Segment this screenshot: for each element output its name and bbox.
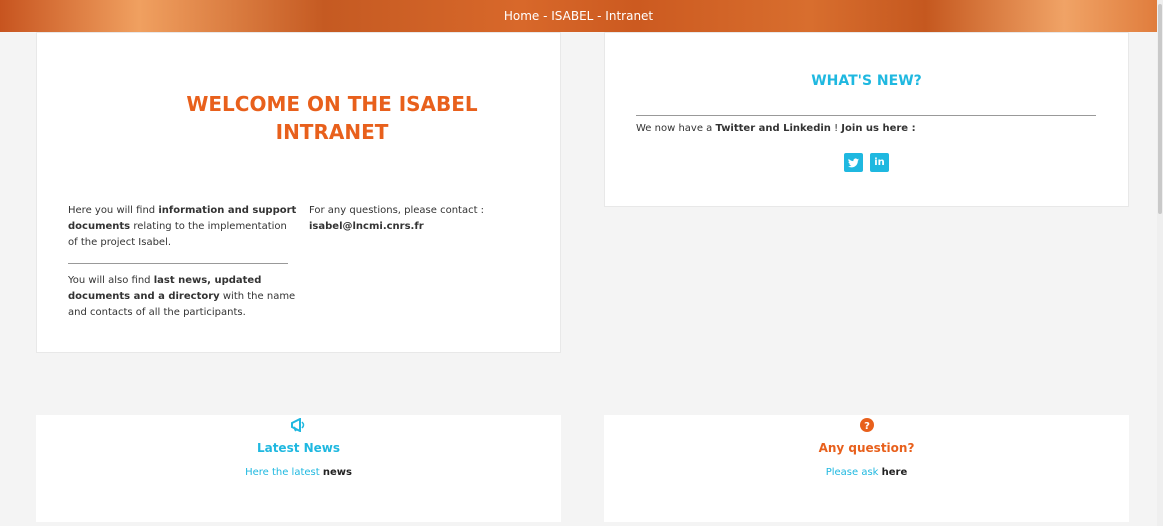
top-bar: Home - ISABEL - Intranet bbox=[0, 0, 1157, 32]
svg-text:?: ? bbox=[864, 421, 870, 432]
social-text: We now have a Twitter and Linkedin ! Joi… bbox=[636, 123, 916, 134]
ask-link[interactable]: here bbox=[882, 467, 908, 478]
intro-text: Here you will find information and suppo… bbox=[68, 205, 297, 248]
megaphone-icon bbox=[36, 417, 561, 436]
linkedin-icon[interactable]: in bbox=[870, 153, 889, 172]
twitter-icon[interactable] bbox=[844, 153, 863, 172]
welcome-title: WELCOME ON THE ISABEL INTRANET bbox=[186, 92, 478, 144]
whats-new-title: WHAT'S NEW? bbox=[811, 73, 922, 89]
any-question-card[interactable]: ? Any question? Please ask here bbox=[604, 415, 1129, 522]
divider bbox=[636, 115, 1096, 116]
news-link[interactable]: news bbox=[323, 467, 352, 478]
welcome-card: WELCOME ON THE ISABEL INTRANET Here you … bbox=[36, 32, 561, 353]
latest-news-text: Here the latest news bbox=[245, 467, 352, 478]
whats-new-card: WHAT'S NEW? We now have a Twitter and Li… bbox=[604, 32, 1129, 207]
scrollbar[interactable] bbox=[1157, 0, 1163, 526]
scrollbar-thumb[interactable] bbox=[1158, 4, 1162, 214]
question-icon: ? bbox=[604, 418, 1129, 436]
contact-email[interactable]: isabel@lncmi.cnrs.fr bbox=[309, 221, 424, 232]
latest-news-title[interactable]: Latest News bbox=[36, 441, 561, 455]
breadcrumb[interactable]: Home - ISABEL - Intranet bbox=[504, 9, 653, 23]
divider bbox=[68, 263, 288, 264]
any-question-text: Please ask here bbox=[825, 467, 908, 478]
intro-text-2: You will also find last news, updated do… bbox=[68, 275, 296, 318]
contact-text: For any questions, please contact : isab… bbox=[309, 205, 485, 232]
latest-news-card[interactable]: Latest News Here the latest news bbox=[36, 415, 561, 522]
any-question-title[interactable]: Any question? bbox=[604, 441, 1129, 455]
